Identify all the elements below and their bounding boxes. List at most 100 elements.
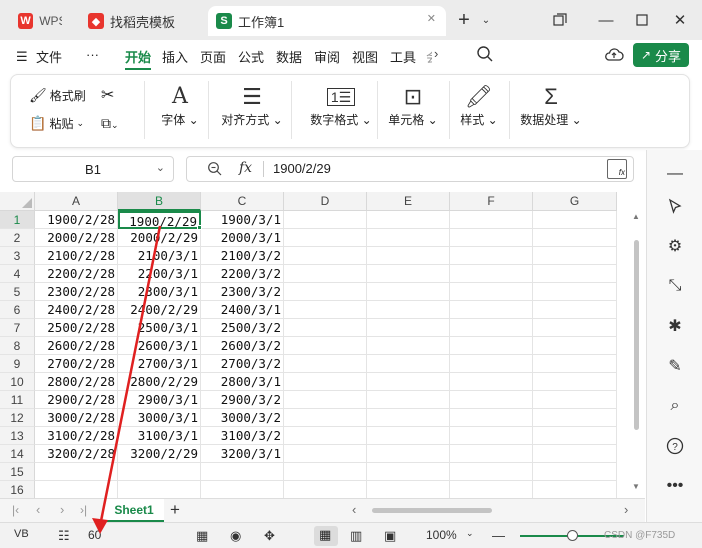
- table-cell[interactable]: 1900/3/1: [201, 211, 284, 229]
- table-cell[interactable]: [367, 445, 450, 463]
- table-cell[interactable]: 2900/3/1: [118, 391, 201, 409]
- filter-adjust-icon[interactable]: ⚙: [663, 234, 687, 258]
- name-box[interactable]: B1 ⌄: [12, 156, 174, 182]
- table-cell[interactable]: [284, 283, 367, 301]
- table-cell[interactable]: [284, 265, 367, 283]
- cut-icon[interactable]: ✂: [101, 85, 114, 105]
- macro-icon[interactable]: VB: [14, 528, 29, 540]
- table-cell[interactable]: [367, 427, 450, 445]
- ai-assistant-icon[interactable]: ✎: [663, 354, 687, 378]
- table-cell[interactable]: [533, 229, 617, 247]
- table-cell[interactable]: [367, 355, 450, 373]
- table-cell[interactable]: [367, 229, 450, 247]
- row-header[interactable]: 5: [0, 283, 35, 301]
- table-cell[interactable]: [533, 409, 617, 427]
- table-cell[interactable]: [367, 337, 450, 355]
- minimize-icon[interactable]: —: [594, 8, 618, 32]
- column-header-f[interactable]: F: [450, 192, 533, 211]
- table-cell[interactable]: 2000/3/1: [201, 229, 284, 247]
- table-cell[interactable]: [284, 463, 367, 481]
- last-sheet-icon[interactable]: ›|: [80, 503, 87, 517]
- table-cell[interactable]: [450, 391, 533, 409]
- table-cell[interactable]: [367, 211, 450, 229]
- table-cell[interactable]: [533, 481, 617, 499]
- menu-formula[interactable]: 公式: [238, 47, 264, 66]
- eye-protection-icon[interactable]: ◉: [230, 528, 241, 544]
- page-break-icon[interactable]: ▣: [384, 528, 396, 544]
- menu-member[interactable]: 会: [426, 47, 432, 66]
- column-header-b[interactable]: B: [118, 192, 201, 211]
- row-header[interactable]: 10: [0, 373, 35, 391]
- formula-input[interactable]: fx 1900/2/29 fx: [186, 156, 634, 182]
- table-cell[interactable]: 2500/3/1: [118, 319, 201, 337]
- table-cell[interactable]: 2100/3/2: [201, 247, 284, 265]
- table-cell[interactable]: 2600/3/2: [201, 337, 284, 355]
- table-cell[interactable]: 2000/2/28: [35, 229, 118, 247]
- restore-window-icon[interactable]: [548, 8, 572, 32]
- paste-button[interactable]: 📋 粘贴 ⌄: [29, 115, 84, 132]
- table-cell[interactable]: 2700/3/1: [118, 355, 201, 373]
- column-header-d[interactable]: D: [284, 192, 367, 211]
- table-cell[interactable]: [284, 373, 367, 391]
- table-cell[interactable]: [367, 463, 450, 481]
- table-cell[interactable]: 2100/2/28: [35, 247, 118, 265]
- table-cell[interactable]: 3100/2/28: [35, 427, 118, 445]
- menu-data[interactable]: 数据: [276, 47, 302, 66]
- table-cell[interactable]: [284, 247, 367, 265]
- table-cell[interactable]: [450, 337, 533, 355]
- row-header[interactable]: 2: [0, 229, 35, 247]
- row-header[interactable]: 14: [0, 445, 35, 463]
- table-cell[interactable]: 2700/3/2: [201, 355, 284, 373]
- table-cell[interactable]: [35, 481, 118, 499]
- close-tab-icon[interactable]: ✕: [427, 12, 436, 25]
- magic-tools-icon[interactable]: ✱: [663, 314, 687, 338]
- table-cell[interactable]: 2500/3/2: [201, 319, 284, 337]
- table-cell[interactable]: [367, 409, 450, 427]
- table-cell[interactable]: [284, 481, 367, 499]
- table-cell[interactable]: 2300/3/2: [201, 283, 284, 301]
- table-view-icon[interactable]: ▦: [196, 528, 208, 544]
- zoom-out-icon[interactable]: —: [492, 528, 505, 543]
- table-cell[interactable]: [367, 247, 450, 265]
- next-sheet-icon[interactable]: ›: [60, 502, 64, 517]
- table-cell[interactable]: 3000/3/2: [201, 409, 284, 427]
- table-cell[interactable]: [450, 283, 533, 301]
- menu-more[interactable]: ···: [86, 47, 99, 62]
- table-cell[interactable]: [450, 211, 533, 229]
- table-cell[interactable]: [533, 463, 617, 481]
- row-header[interactable]: 13: [0, 427, 35, 445]
- table-cell[interactable]: 3000/3/1: [118, 409, 201, 427]
- table-cell[interactable]: [450, 427, 533, 445]
- help-icon[interactable]: ?: [663, 434, 687, 458]
- more-options-icon[interactable]: •••: [663, 474, 687, 498]
- menu-insert[interactable]: 插入: [162, 47, 188, 66]
- row-header[interactable]: 6: [0, 301, 35, 319]
- table-cell[interactable]: [284, 355, 367, 373]
- hscroll-right-icon[interactable]: ›: [624, 502, 628, 517]
- column-header-a[interactable]: A: [35, 192, 118, 211]
- cell-group[interactable]: ⊡ 单元格 ⌄: [385, 83, 441, 128]
- table-cell[interactable]: 3200/2/29: [118, 445, 201, 463]
- table-cell[interactable]: 2100/3/1: [118, 247, 201, 265]
- chevron-down-icon[interactable]: ⌄: [474, 8, 498, 32]
- table-cell[interactable]: [450, 229, 533, 247]
- row-header[interactable]: 1: [0, 211, 35, 229]
- table-cell[interactable]: [284, 211, 367, 229]
- table-cell[interactable]: [284, 445, 367, 463]
- table-cell[interactable]: 2600/2/28: [35, 337, 118, 355]
- row-header[interactable]: 15: [0, 463, 35, 481]
- table-cell[interactable]: 2200/3/2: [201, 265, 284, 283]
- table-cell[interactable]: [367, 301, 450, 319]
- table-cell[interactable]: 2500/2/28: [35, 319, 118, 337]
- table-cell[interactable]: [533, 283, 617, 301]
- row-header[interactable]: 9: [0, 355, 35, 373]
- search-icon[interactable]: [476, 45, 494, 66]
- table-cell[interactable]: [533, 301, 617, 319]
- table-cell[interactable]: 2900/2/28: [35, 391, 118, 409]
- tab-docer-templates[interactable]: ◆ 找稻壳模板: [80, 6, 200, 36]
- table-cell[interactable]: [450, 409, 533, 427]
- close-window-icon[interactable]: ✕: [668, 8, 692, 32]
- table-cell[interactable]: [118, 463, 201, 481]
- cloud-upload-icon[interactable]: [604, 46, 624, 67]
- column-header-c[interactable]: C: [201, 192, 284, 211]
